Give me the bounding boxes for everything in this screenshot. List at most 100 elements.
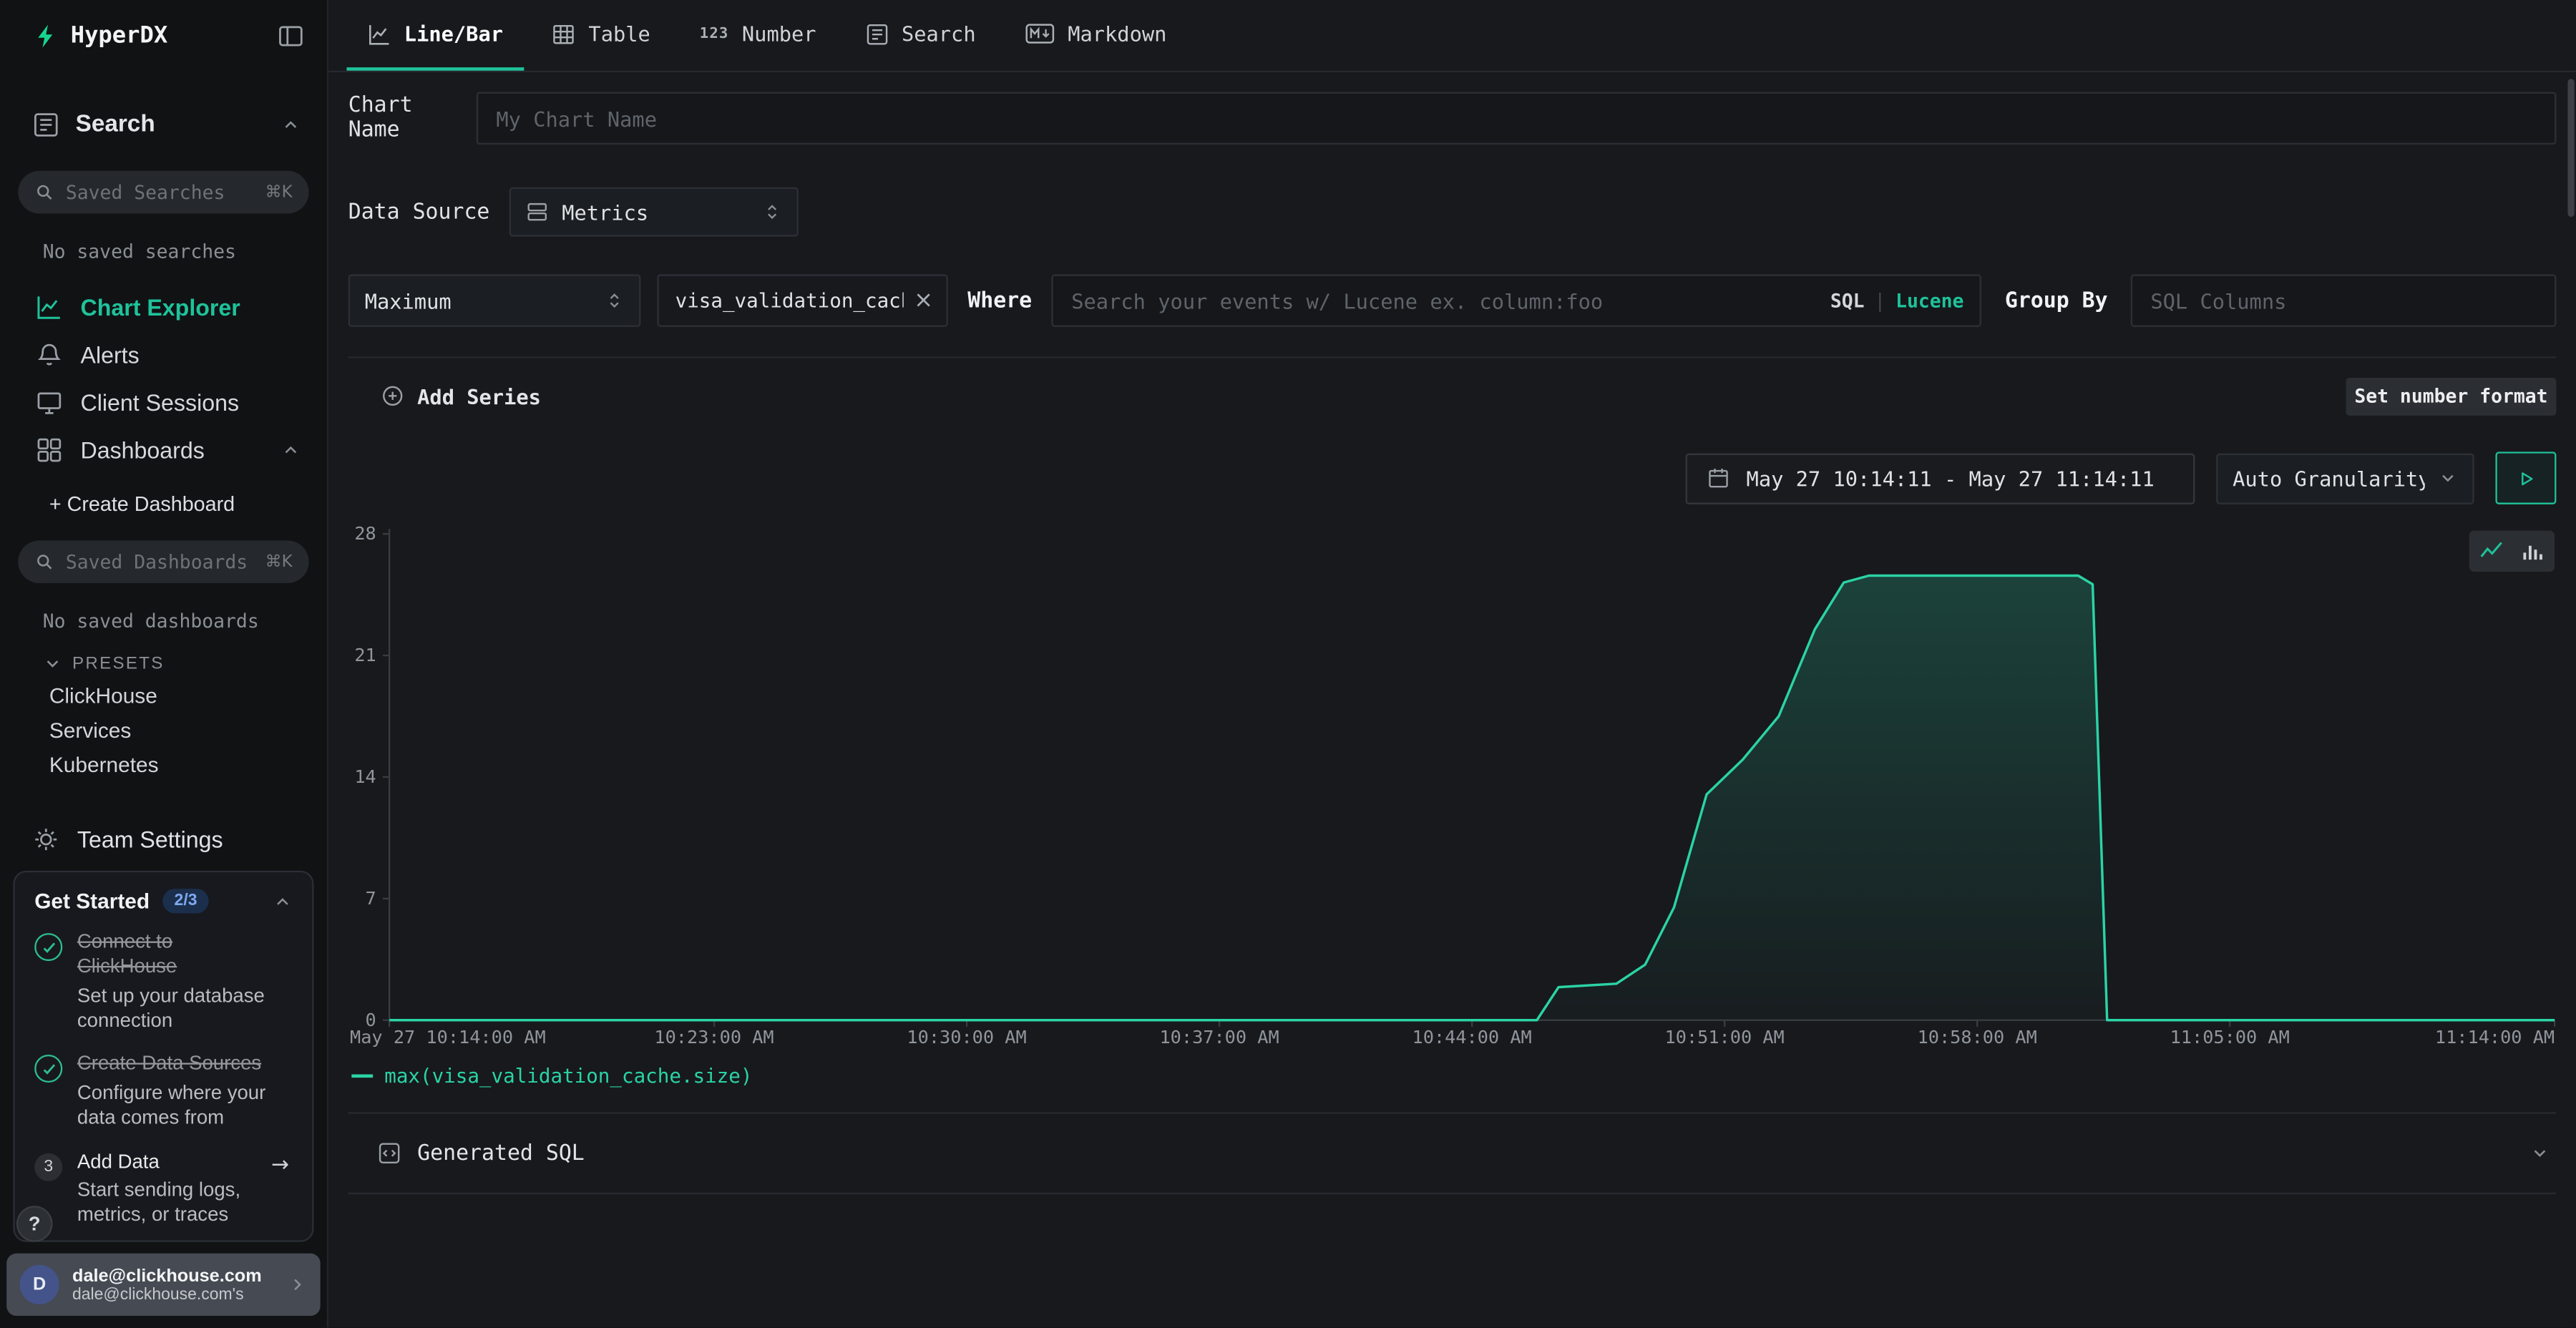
sidebar-item-team-settings[interactable]: Team Settings — [0, 818, 327, 861]
preset-services[interactable]: Services — [0, 713, 327, 747]
add-series-button[interactable]: Add Series — [348, 384, 541, 408]
tab-label: Number — [742, 21, 816, 46]
svg-text:10:51:00 AM: 10:51:00 AM — [1665, 1027, 1785, 1048]
check-icon — [34, 1055, 62, 1083]
chevron-up-icon — [281, 439, 301, 459]
legend-label: max(visa_validation_cache.size) — [384, 1065, 752, 1088]
chevron-down-icon — [2530, 1143, 2550, 1163]
plus-circle-icon — [381, 384, 404, 407]
help-button[interactable]: ? — [16, 1206, 53, 1242]
checklist-subtitle: Configure where your data comes from — [77, 1080, 271, 1131]
svg-text:7: 7 — [366, 888, 376, 909]
search-results-icon — [865, 22, 888, 45]
step-number-badge: 3 — [34, 1153, 62, 1181]
date-range-picker[interactable]: May 27 10:14:11 - May 27 11:14:11 — [1686, 453, 2195, 504]
get-started-title: Get Started — [34, 889, 150, 913]
nav-label: Chart Explorer — [80, 293, 301, 320]
user-detail: dale@clickhouse.com's — [72, 1286, 274, 1304]
hyperdx-logo[interactable]: HyperDX — [33, 23, 167, 49]
sidebar-item-chart-explorer[interactable]: Chart Explorer — [0, 283, 327, 331]
divider — [348, 356, 2557, 358]
checklist-item-add-data[interactable]: 3 Add Data Start sending logs, metrics, … — [34, 1149, 292, 1228]
scrollbar-thumb[interactable] — [2567, 79, 2574, 217]
arrow-right-icon: → — [271, 1153, 289, 1177]
sidebar-item-alerts[interactable]: Alerts — [0, 330, 327, 378]
add-series-label: Add Series — [417, 384, 541, 408]
svg-text:May 27 10:14:00 AM: May 27 10:14:00 AM — [350, 1027, 546, 1048]
data-source-value: Metrics — [562, 200, 749, 224]
line-style-button[interactable] — [2476, 535, 2507, 567]
saved-dashboards-input[interactable] — [66, 550, 254, 573]
chevron-up-icon — [281, 115, 301, 135]
saved-dashboards-kbd: ⌘K — [265, 553, 293, 571]
group-by-input[interactable] — [2131, 274, 2557, 326]
nav-label: Dashboards — [80, 436, 263, 463]
bar-style-button[interactable] — [2517, 535, 2548, 567]
saved-searches-input[interactable] — [66, 181, 254, 204]
sql-language-toggle[interactable]: SQL — [1830, 289, 1865, 312]
legend-swatch — [351, 1075, 373, 1078]
svg-text:14: 14 — [354, 766, 376, 787]
generated-sql-toggle[interactable]: Generated SQL — [348, 1114, 2557, 1193]
saved-searches-search[interactable]: ⌘K — [18, 171, 308, 214]
calendar-icon — [1707, 467, 1729, 489]
run-query-button[interactable] — [2495, 451, 2556, 504]
svg-text:10:44:00 AM: 10:44:00 AM — [1413, 1027, 1532, 1048]
selector-chevrons-icon — [762, 202, 782, 222]
sidebar-item-dashboards[interactable]: Dashboards — [0, 426, 327, 474]
preset-clickhouse[interactable]: ClickHouse — [0, 678, 327, 713]
search-list-icon — [33, 112, 59, 138]
chart-panel: 07142128May 27 10:14:00 AM10:23:00 AM10:… — [348, 524, 2557, 1089]
chart-name-label: Chart Name — [348, 94, 477, 143]
remove-metric-icon[interactable]: × — [914, 288, 933, 314]
where-search-box: SQL | Lucene — [1052, 274, 1982, 326]
line-chart-icon — [368, 22, 391, 45]
checklist-item-create-data-sources[interactable]: Create Data Sources Configure where your… — [34, 1052, 292, 1131]
granularity-select[interactable]: Auto Granularity — [2216, 453, 2474, 504]
create-dashboard-button[interactable]: + Create Dashboard — [49, 488, 327, 521]
chart-name-input[interactable] — [477, 92, 2557, 145]
chart-type-tabbar: Line/Bar Table 123 Number Search — [328, 0, 2576, 72]
user-menu[interactable]: D dale@clickhouse.com dale@clickhouse.co… — [6, 1254, 321, 1316]
data-source-select[interactable]: Metrics — [509, 187, 799, 237]
tab-line-bar[interactable]: Line/Bar — [346, 0, 524, 71]
checklist-title: Add Data — [77, 1149, 271, 1174]
checklist-item-connect-clickhouse[interactable]: Connect to ClickHouse Set up your databa… — [34, 929, 292, 1034]
sidebar-collapse-icon[interactable] — [278, 23, 304, 49]
granularity-value: Auto Granularity — [2233, 466, 2425, 490]
get-started-card: Get Started 2/3 Connect to ClickHouse Se… — [13, 871, 313, 1242]
tab-label: Line/Bar — [404, 21, 503, 46]
svg-text:10:37:00 AM: 10:37:00 AM — [1159, 1027, 1279, 1048]
tab-table[interactable]: Table — [531, 0, 672, 71]
checklist-subtitle: Set up your database connection — [77, 984, 271, 1035]
sidebar-item-client-sessions[interactable]: Client Sessions — [0, 378, 327, 426]
presets-header[interactable]: PRESETS — [43, 649, 327, 678]
where-input[interactable] — [1053, 276, 1830, 326]
selector-chevrons-icon — [605, 290, 625, 311]
sidebar-nav: Chart Explorer Alerts Client Sessions Da… — [0, 283, 327, 473]
logo-row: HyperDX — [0, 0, 327, 72]
tab-search[interactable]: Search — [844, 0, 997, 71]
preset-kubernetes[interactable]: Kubernetes — [0, 748, 327, 782]
check-icon — [34, 933, 62, 961]
search-section-header[interactable]: Search — [0, 109, 327, 142]
where-label: Where — [967, 288, 1032, 313]
date-range-value: May 27 10:14:11 - May 27 11:14:11 — [1747, 466, 2155, 490]
aggregation-select[interactable]: Maximum — [348, 274, 641, 326]
lucene-language-toggle[interactable]: Lucene — [1896, 289, 1963, 312]
svg-text:10:30:00 AM: 10:30:00 AM — [907, 1027, 1026, 1048]
team-settings-label: Team Settings — [77, 826, 223, 853]
set-number-format-button[interactable]: Set number format — [2346, 377, 2557, 415]
123-icon: 123 — [700, 26, 729, 42]
chart-style-toggle — [2469, 531, 2555, 572]
tab-markdown[interactable]: Markdown — [1004, 0, 1189, 71]
saved-dashboards-search[interactable]: ⌘K — [18, 540, 308, 583]
get-started-header[interactable]: Get Started 2/3 — [34, 889, 292, 913]
gear-icon — [33, 826, 59, 853]
tab-number[interactable]: 123 Number — [678, 0, 838, 71]
aggregation-value: Maximum — [365, 288, 592, 313]
line-chart[interactable]: 07142128May 27 10:14:00 AM10:23:00 AM10:… — [348, 524, 2557, 1056]
generated-sql-label: Generated SQL — [417, 1141, 2530, 1166]
metric-chip[interactable]: visa_validation_cach × — [657, 274, 947, 326]
logo-bolt-icon — [33, 23, 59, 49]
